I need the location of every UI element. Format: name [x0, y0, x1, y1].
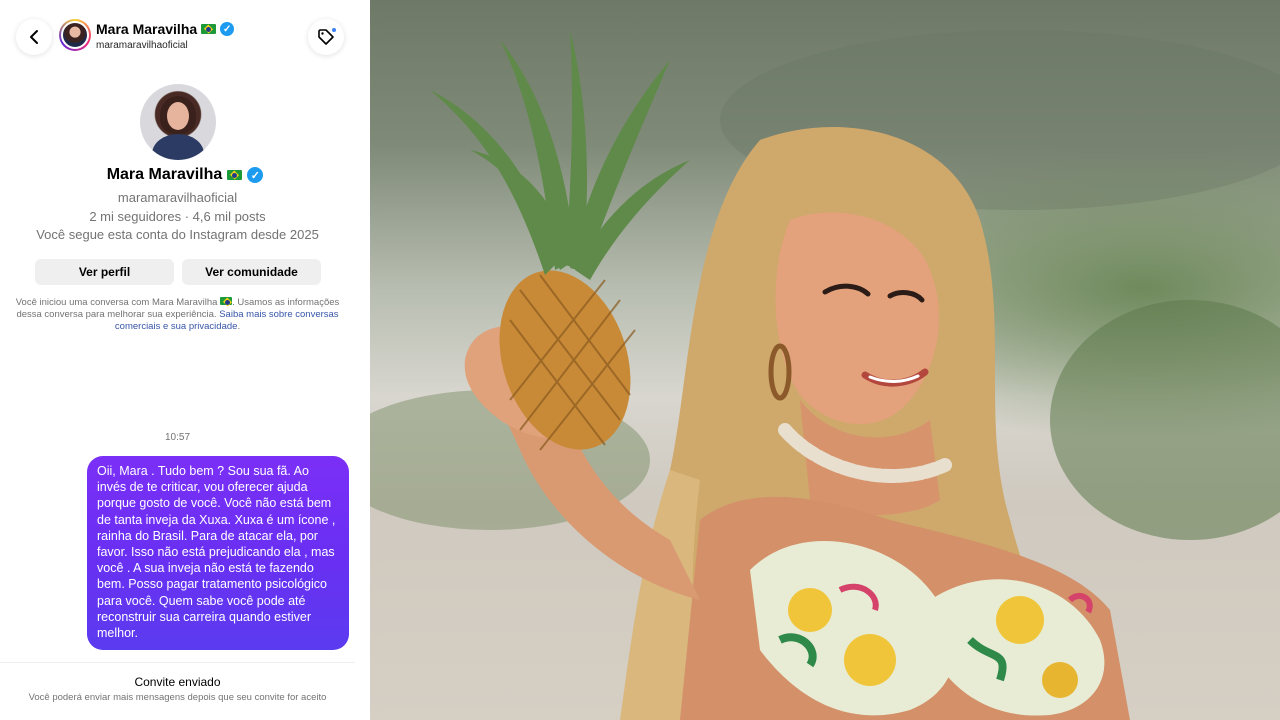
photo-illustration [370, 30, 1280, 720]
composite-image: Mara Maravilha ✓ maramaravilhaoficial Ma… [0, 0, 1280, 720]
header-name: Mara Maravilha [96, 21, 198, 37]
header-avatar[interactable] [59, 19, 91, 51]
verified-badge-icon: ✓ [247, 167, 264, 183]
view-community-button[interactable]: Ver comunidade [182, 259, 321, 285]
beach-photo [370, 0, 1280, 720]
invite-status-subtitle: Você poderá enviar mais mensagens depois… [28, 692, 327, 703]
brazil-flag-icon [227, 170, 243, 180]
notification-dot [331, 27, 337, 33]
view-profile-button[interactable]: Ver perfil [35, 259, 174, 285]
sent-message-bubble[interactable]: Oii, Mara . Tudo bem ? Sou sua fã. Ao in… [87, 456, 349, 650]
divider [0, 662, 355, 663]
profile-stats: 2 mi seguidores · 4,6 mil posts [89, 209, 266, 224]
notice-text-a: Você iniciou uma conversa com Mara Marav… [15, 297, 218, 308]
message-timestamp: 10:57 [164, 432, 191, 443]
back-chevron-icon [30, 30, 38, 44]
profile-name: Mara Maravilha [106, 166, 223, 183]
brazil-flag-icon [220, 297, 233, 305]
conversation-notice: Você iniciou uma conversa com Mara Marav… [12, 297, 343, 333]
brazil-flag-icon [201, 24, 217, 34]
profile-actions: Ver perfil Ver comunidade [35, 259, 321, 285]
profile-handle: maramaravilhaoficial [117, 190, 238, 205]
verified-badge-icon: ✓ [220, 22, 235, 36]
tag-button[interactable] [308, 19, 344, 55]
profile-name-row: Mara Maravilha ✓ [0, 166, 370, 184]
chat-header: Mara Maravilha ✓ maramaravilhaoficial [0, 0, 370, 70]
back-button[interactable] [16, 19, 52, 55]
header-name-row[interactable]: Mara Maravilha ✓ [96, 21, 235, 37]
profile-photo[interactable] [140, 84, 216, 160]
notice-end: . [237, 321, 241, 332]
invite-status-title: Convite enviado [134, 675, 221, 689]
follow-since: Você segue esta conta do Instagram desde… [36, 227, 319, 242]
instagram-dm-screen: Mara Maravilha ✓ maramaravilhaoficial Ma… [0, 0, 370, 720]
header-handle: maramaravilhaoficial [96, 40, 188, 51]
